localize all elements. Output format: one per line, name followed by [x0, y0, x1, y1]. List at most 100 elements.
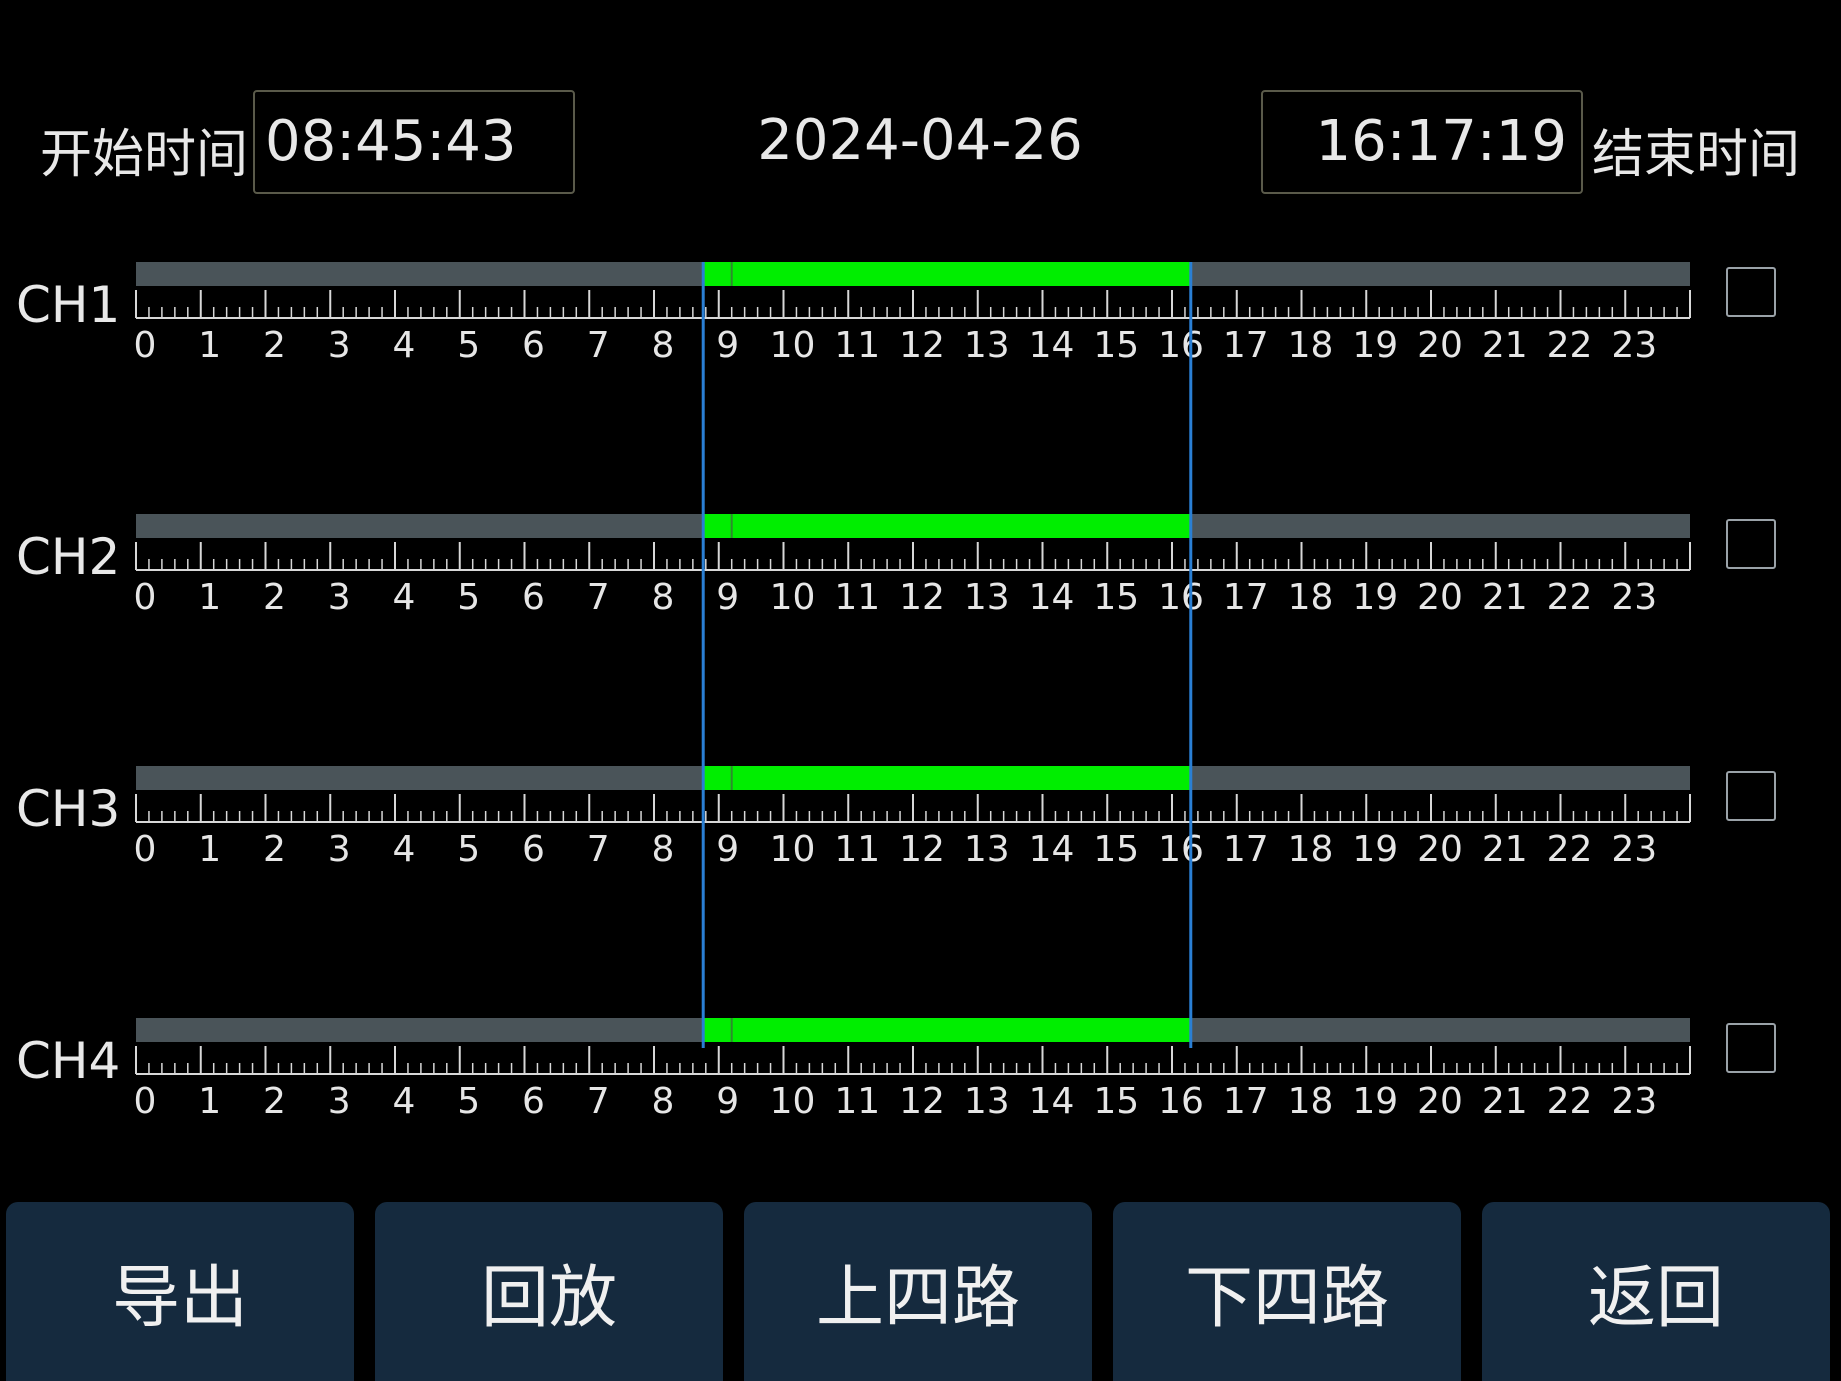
- ch4-track: [136, 1018, 1690, 1042]
- ch1-hour-label: 4: [393, 325, 416, 366]
- ch4-hour-label: 6: [522, 1081, 545, 1122]
- ch1-hour-label: 10: [770, 325, 816, 366]
- ch2-hour-label: 12: [899, 577, 945, 618]
- start-time-input[interactable]: [253, 90, 575, 194]
- ch2-hour-label: 17: [1223, 577, 1269, 618]
- ch1-hour-label: 18: [1288, 325, 1334, 366]
- ch3-hour-label: 17: [1223, 829, 1269, 870]
- ch4-hour-label: 11: [834, 1081, 880, 1122]
- ch2-hour-label: 23: [1611, 577, 1657, 618]
- ch2-hour-label: 5: [457, 577, 480, 618]
- ch1-hour-label: 22: [1547, 325, 1593, 366]
- ch3-hour-label: 7: [587, 829, 610, 870]
- ch4-hour-label: 10: [770, 1081, 816, 1122]
- ch3-hour-label: 4: [393, 829, 416, 870]
- ch3-hour-label: 1: [198, 829, 221, 870]
- ch2-hour-label: 10: [770, 577, 816, 618]
- ch4-hour-label: 23: [1611, 1081, 1657, 1122]
- ch2-recording-segment: [703, 514, 1191, 538]
- channel-checkbox-ch1[interactable]: [1726, 267, 1776, 317]
- ch2-hour-label: 6: [522, 577, 545, 618]
- ch4-hour-label: 2: [263, 1081, 286, 1122]
- ch1-hour-label: 11: [834, 325, 880, 366]
- ch1-hour-label: 13: [964, 325, 1010, 366]
- ch1-hour-label: 2: [263, 325, 286, 366]
- next-four-channels-button[interactable]: 下四路: [1113, 1202, 1461, 1381]
- ch1-track: [136, 262, 1690, 286]
- ch3-hour-label: 18: [1288, 829, 1334, 870]
- ch4-hour-label: 16: [1158, 1081, 1204, 1122]
- ch1-hour-label: 17: [1223, 325, 1269, 366]
- ch3-hour-label: 6: [522, 829, 545, 870]
- ch3-hour-label: 13: [964, 829, 1010, 870]
- ch1-hour-label: 20: [1417, 325, 1463, 366]
- ch2-hour-label: 3: [328, 577, 351, 618]
- channel-label-ch1: CH1: [16, 276, 121, 334]
- ch3-hour-label: 15: [1093, 829, 1139, 870]
- ch2-hour-label: 13: [964, 577, 1010, 618]
- ch3-hour-label: 19: [1352, 829, 1398, 870]
- channel-checkbox-ch2[interactable]: [1726, 519, 1776, 569]
- ch2-hour-label: 1: [198, 577, 221, 618]
- ch3-hour-label: 12: [899, 829, 945, 870]
- ch2-hour-label: 20: [1417, 577, 1463, 618]
- ch1-hour-label: 19: [1352, 325, 1398, 366]
- ch1-hour-label: 21: [1482, 325, 1528, 366]
- ch4-hour-label: 1: [198, 1081, 221, 1122]
- ch1-recording-segment: [703, 262, 1191, 286]
- ch3-hour-label: 0: [134, 829, 157, 870]
- ch4-hour-label: 9: [716, 1081, 739, 1122]
- ch4-hour-label: 22: [1547, 1081, 1593, 1122]
- end-time-input[interactable]: [1261, 90, 1583, 194]
- ch2-track: [136, 514, 1690, 538]
- ch3-hour-label: 16: [1158, 829, 1204, 870]
- ch2-hour-label: 21: [1482, 577, 1528, 618]
- ch1-hour-label: 0: [134, 325, 157, 366]
- ch4-hour-label: 21: [1482, 1081, 1528, 1122]
- ch2-hour-label: 14: [1029, 577, 1075, 618]
- back-button[interactable]: 返回: [1482, 1202, 1830, 1381]
- ch2-hour-label: 7: [587, 577, 610, 618]
- channel-label-ch3: CH3: [16, 780, 121, 838]
- ch3-recording-segment: [703, 766, 1191, 790]
- ch3-hour-label: 3: [328, 829, 351, 870]
- ch2-hour-label: 22: [1547, 577, 1593, 618]
- ch3-hour-label: 22: [1547, 829, 1593, 870]
- ch4-hour-label: 20: [1417, 1081, 1463, 1122]
- ch4-hour-label: 8: [652, 1081, 675, 1122]
- ch1-hour-label: 14: [1029, 325, 1075, 366]
- ch1-hour-label: 8: [652, 325, 675, 366]
- ch2-hour-label: 11: [834, 577, 880, 618]
- ch4-hour-label: 5: [457, 1081, 480, 1122]
- channel-label-ch4: CH4: [16, 1032, 121, 1090]
- ch3-track: [136, 766, 1690, 790]
- ch2-hour-label: 4: [393, 577, 416, 618]
- ch3-hour-label: 8: [652, 829, 675, 870]
- channel-checkbox-ch4[interactable]: [1726, 1023, 1776, 1073]
- ch4-hour-label: 18: [1288, 1081, 1334, 1122]
- channel-checkbox-ch3[interactable]: [1726, 771, 1776, 821]
- ch3-hour-label: 21: [1482, 829, 1528, 870]
- ch4-hour-label: 7: [587, 1081, 610, 1122]
- ch2-hour-label: 15: [1093, 577, 1139, 618]
- date-display: 2024-04-26: [757, 108, 1083, 173]
- ch1-hour-label: 15: [1093, 325, 1139, 366]
- channel-label-ch2: CH2: [16, 528, 121, 586]
- ch4-recording-segment: [703, 1018, 1191, 1042]
- export-button[interactable]: 导出: [6, 1202, 354, 1381]
- ch3-hour-label: 10: [770, 829, 816, 870]
- ch1-hour-label: 16: [1158, 325, 1204, 366]
- start-time-label: 开始时间: [40, 125, 249, 185]
- ch4-hour-label: 13: [964, 1081, 1010, 1122]
- prev-four-channels-button[interactable]: 上四路: [744, 1202, 1092, 1381]
- ch1-hour-label: 5: [457, 325, 480, 366]
- playback-button[interactable]: 回放: [375, 1202, 723, 1381]
- ch4-hour-label: 19: [1352, 1081, 1398, 1122]
- ch3-hour-label: 23: [1611, 829, 1657, 870]
- ch1-hour-label: 12: [899, 325, 945, 366]
- ch4-hour-label: 12: [899, 1081, 945, 1122]
- ch2-hour-label: 0: [134, 577, 157, 618]
- ch2-hour-label: 16: [1158, 577, 1204, 618]
- ch4-hour-label: 14: [1029, 1081, 1075, 1122]
- ch3-hour-label: 2: [263, 829, 286, 870]
